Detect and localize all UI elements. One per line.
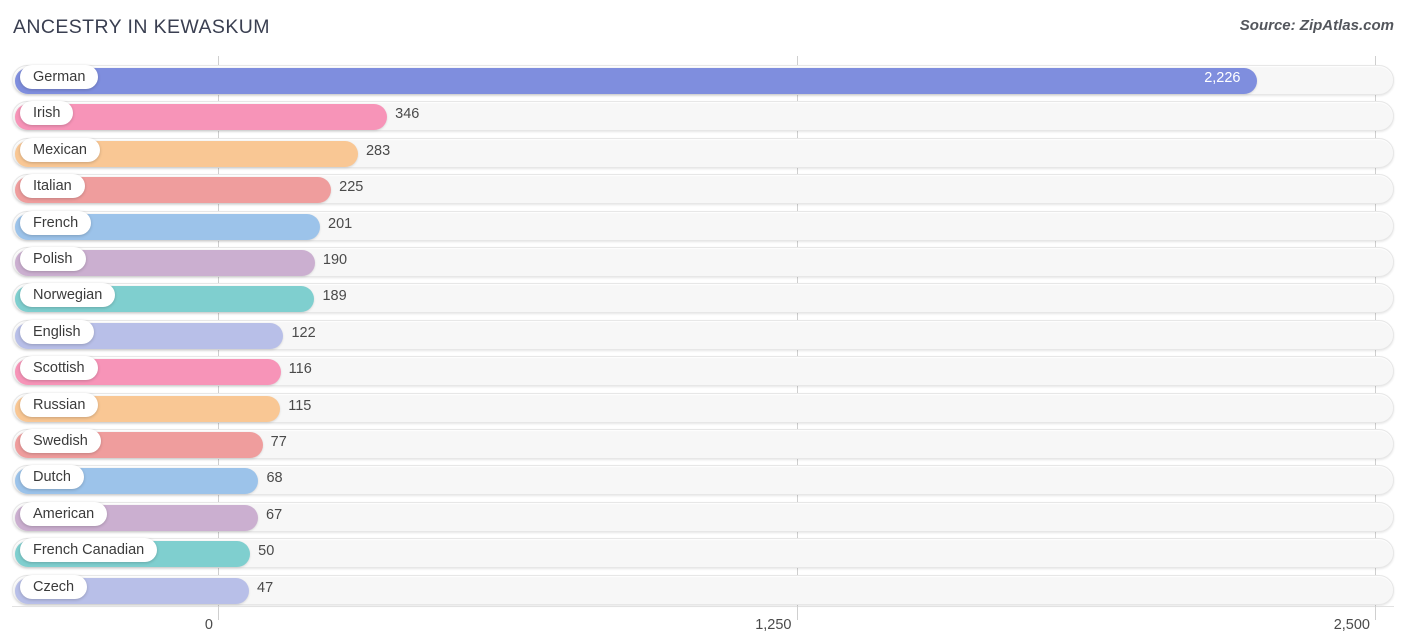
bar-category-label: Czech [20,574,88,599]
bar-row[interactable]: Polish 190 [0,244,1406,280]
bar-row[interactable]: American 67 [0,499,1406,535]
bar-category-label: Dutch [20,465,84,490]
bar-track [12,247,1394,277]
axis-tick-label: 0 [204,617,213,633]
bar-value-label: 201 [328,215,353,232]
chart-x-axis: 0 1,250 2,500 [0,606,1406,644]
chart-plot-area: German 2,226 Irish 346 Mexican 283 Italian 225 F… [0,56,1406,606]
bar-category-label: American [20,501,108,526]
bar-track [12,392,1394,423]
bar-category-label: Polish [20,247,86,271]
bar-row[interactable]: Norwegian 189 [0,280,1406,316]
bar-value-label: 225 [339,179,364,196]
bar-category-label: German [20,65,99,89]
bar-value-label: 122 [291,324,316,341]
bar-track [12,501,1394,532]
chart-header: ANCESTRY IN KEWASKUM Source: ZipAtlas.co… [0,0,1406,56]
bar-row[interactable]: English 122 [0,317,1406,353]
bar-row[interactable]: Mexican 283 [0,135,1406,171]
bar-row[interactable]: French 201 [0,208,1406,244]
bar-value-label: 283 [365,142,391,159]
bar-value-label: 67 [266,506,283,523]
bar-track [12,210,1394,241]
bar-row[interactable]: Dutch 68 [0,462,1406,498]
bar-category-label: Russian [20,392,99,417]
page-title: ANCESTRY IN KEWASKUM [13,16,270,38]
bar-track [12,283,1394,314]
bar-value-label: 2,226 [1204,70,1241,86]
axis-tick-mark [796,606,798,620]
bar-track [12,429,1394,459]
bar-value-label: 115 [288,397,312,414]
bar-track [12,137,1394,168]
axis-tick-mark [218,606,219,620]
axis-tick-label: 1,250 [755,617,792,633]
axis-tick-label: 2,500 [1333,617,1370,633]
bar-category-label: French Canadian [20,538,158,563]
bar-row[interactable]: Italian 225 [0,171,1406,207]
bar-category-label: Irish [20,101,74,126]
bar-row[interactable]: French Canadian 50 [0,535,1406,571]
bar-row[interactable]: Swedish 77 [0,426,1406,462]
bar-track [12,356,1394,387]
bar-row[interactable]: Russian 115 [0,390,1406,426]
axis-tick-mark [1375,606,1376,620]
bar-row[interactable]: Scottish 116 [0,353,1406,389]
bar-category-label: Norwegian [20,283,116,308]
bar-row[interactable]: German 2,226 [0,62,1406,98]
bar-category-label: Mexican [20,137,100,162]
bar-value-label: 189 [322,288,347,305]
bar-track [12,538,1394,569]
bar-row[interactable]: Irish 346 [0,98,1406,134]
axis-baseline [12,606,1394,607]
bar-category-label: Scottish [20,356,98,381]
bar-track [12,65,1394,95]
bar-value-label: 68 [266,470,283,487]
bar-category-label: Swedish [20,429,101,453]
bar-row[interactable]: Czech 47 [0,572,1406,608]
bar-fill [15,68,1258,94]
bar-track [12,101,1394,132]
bar-category-label: French [20,210,92,235]
bar-value-label: 50 [258,543,275,560]
bar-value-label: 47 [257,579,274,596]
chart-source-attribution: Source: ZipAtlas.com [1239,17,1394,34]
bar-value-label: 346 [395,106,420,123]
bar-track [12,574,1394,605]
bar-category-label: Italian [20,174,85,199]
bar-track [12,319,1394,350]
bar-category-label: English [20,319,94,344]
bar-value-label: 77 [270,434,287,450]
bar-track [12,465,1394,496]
bar-value-label: 116 [288,361,312,378]
bar-track [12,174,1394,205]
bar-value-label: 190 [322,252,348,268]
